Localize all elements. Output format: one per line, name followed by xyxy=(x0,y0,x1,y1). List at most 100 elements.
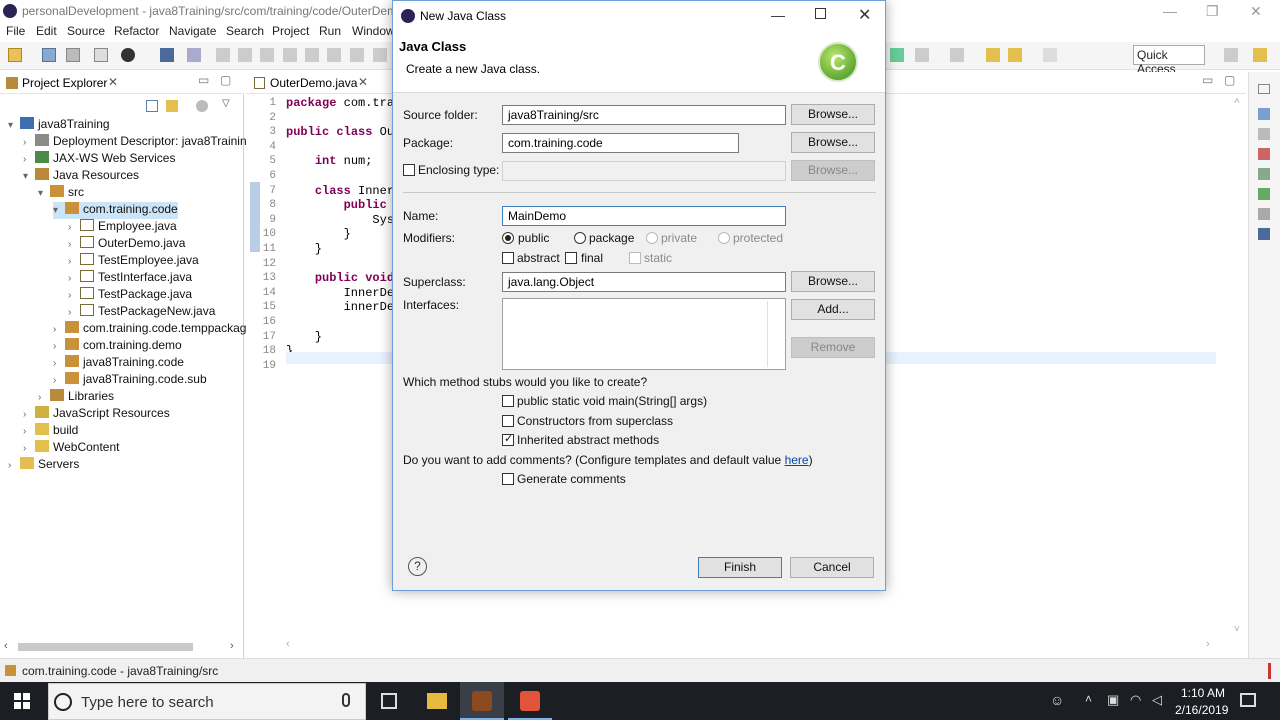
open-perspective-icon[interactable] xyxy=(1224,48,1238,62)
enclosing-type-checkbox[interactable] xyxy=(403,164,415,176)
dialog-close-button[interactable]: ✕ xyxy=(858,5,871,25)
tree-item[interactable]: › com.training.code.temppackag xyxy=(53,321,246,338)
java-app-taskbar-icon[interactable] xyxy=(508,682,552,720)
minimize-button[interactable]: — xyxy=(1163,3,1177,19)
properties-icon[interactable] xyxy=(1258,168,1270,180)
terminate-icon[interactable] xyxy=(260,48,274,62)
collapsed-arrow-icon[interactable]: › xyxy=(68,239,80,250)
interfaces-list-scrollbar[interactable] xyxy=(767,301,768,367)
notifications-icon[interactable] xyxy=(1240,693,1256,707)
modifier-package-radio[interactable] xyxy=(574,232,586,244)
menu-window[interactable]: Window xyxy=(352,24,395,38)
tree-item[interactable]: › JavaScript Resources xyxy=(23,406,170,423)
configure-templates-link[interactable]: here xyxy=(785,453,809,467)
link-with-editor-icon[interactable] xyxy=(166,100,178,112)
collapsed-arrow-icon[interactable]: › xyxy=(68,222,80,233)
collapsed-arrow-icon[interactable]: › xyxy=(68,307,80,318)
code-line[interactable]: } xyxy=(286,242,322,256)
name-field[interactable]: MainDemo xyxy=(502,206,786,226)
print-icon[interactable] xyxy=(66,48,80,62)
code-line[interactable]: Syst xyxy=(286,213,401,227)
tree-item[interactable]: › TestPackage.java xyxy=(68,287,192,304)
menu-source[interactable]: Source xyxy=(67,24,105,38)
collapsed-arrow-icon[interactable]: › xyxy=(68,290,80,301)
tree-item[interactable]: ▾ Java Resources xyxy=(23,168,139,185)
tree-item[interactable]: › OuterDemo.java xyxy=(68,236,185,253)
tab-project-explorer[interactable]: Project Explorer xyxy=(22,76,107,90)
task-view-icon[interactable] xyxy=(381,693,397,709)
tree-item[interactable]: › build xyxy=(23,423,78,440)
code-line[interactable]: } xyxy=(286,330,322,344)
modifier-public-radio[interactable] xyxy=(502,232,514,244)
outline-icon[interactable] xyxy=(1258,108,1270,120)
tree-item[interactable]: › WebContent xyxy=(23,440,120,457)
tree-item[interactable]: › com.training.demo xyxy=(53,338,182,355)
code-line[interactable]: innerDem xyxy=(286,300,402,314)
source-folder-field[interactable]: java8Training/src xyxy=(502,105,786,125)
stub-main-checkbox[interactable] xyxy=(502,395,514,407)
minimize-view-icon[interactable]: ▭ xyxy=(198,73,209,87)
tab-outerdemo[interactable]: OuterDemo.java xyxy=(270,76,357,90)
editor-scroll-right-icon[interactable]: › xyxy=(1206,638,1210,650)
superclass-browse-button[interactable]: Browse... xyxy=(791,271,875,292)
search-toolbar-icon[interactable] xyxy=(890,48,904,62)
expanded-arrow-icon[interactable]: ▾ xyxy=(8,120,20,131)
tree-item[interactable]: › Employee.java xyxy=(68,219,177,236)
package-field[interactable]: com.training.code xyxy=(502,133,739,153)
cancel-button[interactable]: Cancel xyxy=(790,557,874,578)
editor-vertical-scrollbar[interactable]: ˄ ˅ xyxy=(1234,96,1246,636)
monitor-icon[interactable] xyxy=(160,48,174,62)
tree-item[interactable]: › Libraries xyxy=(38,389,114,406)
code-line[interactable]: } xyxy=(286,227,351,241)
scroll-right-icon[interactable]: › xyxy=(230,640,234,652)
menu-search[interactable]: Search xyxy=(226,24,264,38)
finish-button[interactable]: Finish xyxy=(698,557,782,578)
stub-constructors-checkbox[interactable] xyxy=(502,415,514,427)
collapsed-arrow-icon[interactable]: › xyxy=(23,409,35,420)
step-over-icon[interactable] xyxy=(305,48,319,62)
task-list-icon[interactable] xyxy=(1258,128,1270,140)
tree-item[interactable]: › java8Training.code.sub xyxy=(53,372,207,389)
tree-item[interactable]: ▾ src xyxy=(38,185,84,202)
server-icon[interactable] xyxy=(121,48,135,62)
markers-icon[interactable] xyxy=(1258,148,1270,160)
collapsed-arrow-icon[interactable]: › xyxy=(53,324,65,335)
maximize-button[interactable]: ❐ xyxy=(1206,3,1219,20)
help-icon[interactable]: ? xyxy=(408,557,427,576)
code-line[interactable]: package com.trai xyxy=(286,96,401,110)
collapsed-arrow-icon[interactable]: › xyxy=(53,375,65,386)
code-line[interactable]: int num; xyxy=(286,154,373,168)
network-icon[interactable]: ▣ xyxy=(1107,692,1119,708)
collapsed-arrow-icon[interactable]: › xyxy=(23,426,35,437)
generate-comments-checkbox[interactable] xyxy=(502,473,514,485)
file-explorer-taskbar-icon[interactable] xyxy=(427,693,447,709)
collapsed-arrow-icon[interactable]: › xyxy=(23,137,35,148)
step-return-icon[interactable] xyxy=(327,48,341,62)
drop-frame-icon[interactable] xyxy=(350,48,364,62)
tree-item[interactable]: › TestPackageNew.java xyxy=(68,304,215,321)
expanded-arrow-icon[interactable]: ▾ xyxy=(53,205,65,216)
close-tab-icon[interactable]: ✕ xyxy=(108,75,118,89)
taskbar-search-box[interactable]: Type here to search xyxy=(48,683,366,720)
dialog-minimize-button[interactable]: — xyxy=(771,7,785,23)
source-folder-browse-button[interactable]: Browse... xyxy=(791,104,875,125)
tree-item[interactable]: › Deployment Descriptor: java8Training xyxy=(23,134,253,151)
quick-access-field[interactable]: Quick Access xyxy=(1133,45,1205,76)
editor-maximize-icon[interactable]: ▢ xyxy=(1224,73,1235,87)
tree-item[interactable]: ▾ com.training.code xyxy=(53,202,178,219)
expanded-arrow-icon[interactable]: ▾ xyxy=(38,188,50,199)
menu-refactor[interactable]: Refactor xyxy=(114,24,159,38)
tree-item[interactable]: ▾ java8Training xyxy=(8,117,110,134)
last-edit-icon[interactable] xyxy=(986,48,1000,62)
wifi-icon[interactable]: ◠ xyxy=(1130,692,1141,708)
use-step-filters-icon[interactable] xyxy=(373,48,387,62)
maximize-view-icon[interactable]: ▢ xyxy=(220,73,231,87)
binary-icon[interactable] xyxy=(94,48,108,62)
stub-inherited-checkbox[interactable]: ✓ xyxy=(502,433,514,446)
back-icon[interactable] xyxy=(1008,48,1022,62)
collapsed-arrow-icon[interactable]: › xyxy=(53,341,65,352)
collapsed-arrow-icon[interactable]: › xyxy=(68,256,80,267)
editor-scroll-up-icon[interactable]: ˄ xyxy=(1234,96,1240,107)
code-line[interactable]: public void xyxy=(286,271,394,285)
editor-scroll-down-icon[interactable]: ˅ xyxy=(1234,624,1240,635)
